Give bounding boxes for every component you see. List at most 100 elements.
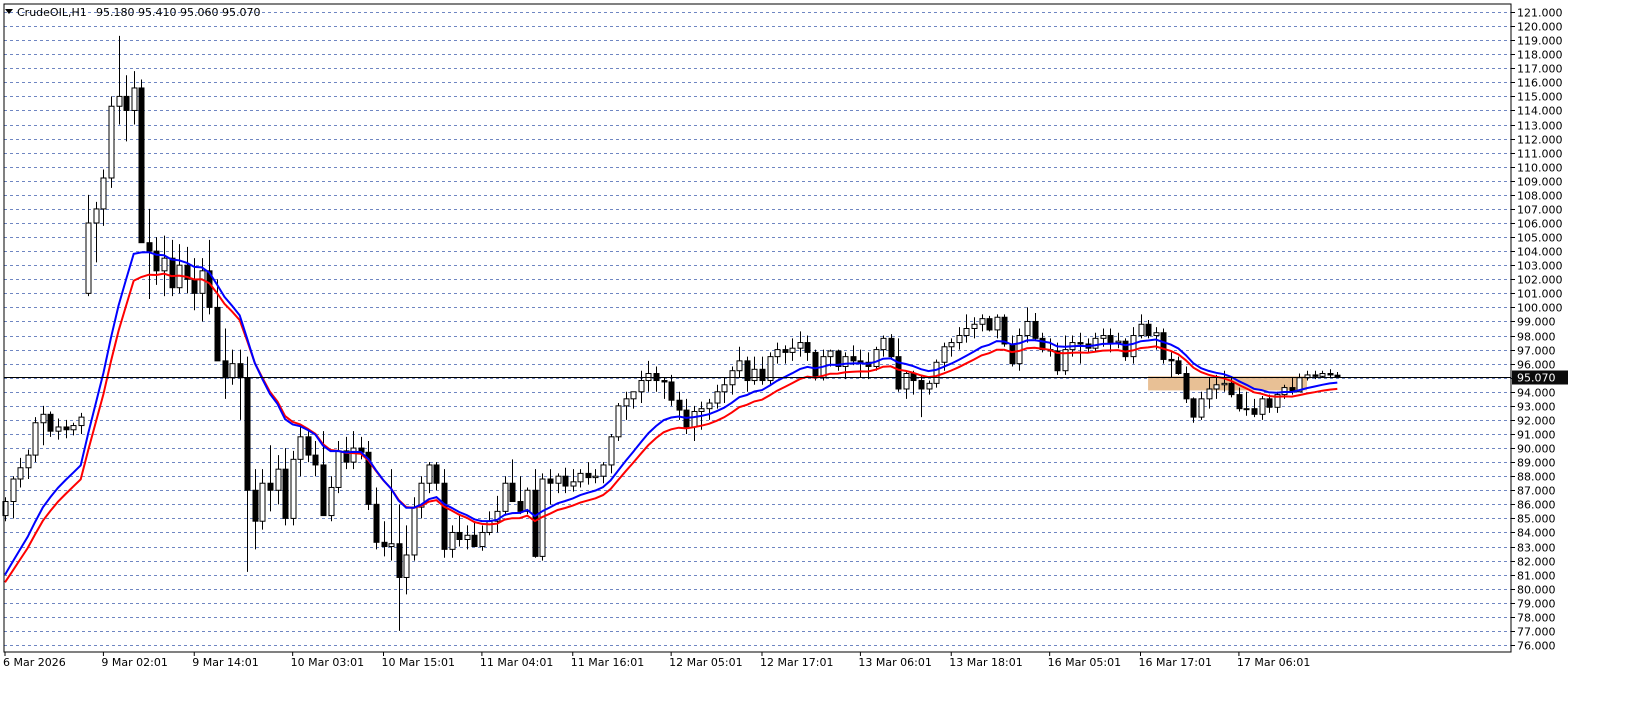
- y-tick-label: 80.000: [1517, 584, 1556, 597]
- candle-body: [532, 489, 539, 557]
- candle-body: [585, 472, 592, 479]
- y-tick-label: 81.000: [1517, 570, 1556, 583]
- candle-body: [941, 346, 948, 363]
- candle-body: [1319, 373, 1326, 377]
- candle-body: [577, 472, 584, 483]
- candle-body: [290, 458, 297, 519]
- y-tick-label: 109.000: [1517, 176, 1563, 189]
- y-tick-label: 82.000: [1517, 556, 1556, 569]
- y-tick-label: 120.000: [1517, 21, 1563, 34]
- candle-body: [1228, 382, 1235, 396]
- moving-average-blue-line: [4, 251, 1338, 576]
- y-tick-label: 98.000: [1517, 331, 1556, 344]
- x-tick-label: 16 Mar 17:01: [1139, 656, 1212, 669]
- candle-body: [1024, 320, 1031, 337]
- candle-body: [857, 360, 864, 363]
- candle-body: [297, 436, 304, 460]
- chart-ohlc-label: 95.180 95.410 95.060 95.070: [96, 6, 260, 19]
- candle-body: [100, 177, 107, 210]
- candle-body: [1145, 323, 1152, 337]
- candle-body: [85, 222, 92, 294]
- y-tick-label: 96.000: [1517, 359, 1556, 372]
- candle-body: [926, 382, 933, 390]
- candle-body: [1001, 316, 1008, 345]
- candle-body: [1168, 358, 1175, 362]
- candle-body: [979, 318, 986, 325]
- plot-frame: [3, 3, 1512, 653]
- candle-body: [502, 482, 509, 512]
- candle-body: [767, 356, 774, 382]
- candle-body: [903, 373, 910, 390]
- candle-body: [888, 337, 895, 358]
- candle-body: [252, 489, 259, 522]
- x-tick-label: 9 Mar 02:01: [101, 656, 167, 669]
- candle-body: [131, 87, 138, 111]
- candle-body: [1115, 340, 1122, 344]
- candle-body: [275, 468, 282, 491]
- candle-body: [479, 531, 486, 548]
- candle-body: [1198, 398, 1205, 418]
- dropdown-arrow-icon[interactable]: [5, 9, 13, 14]
- moving-average-red-line: [4, 272, 1338, 583]
- candle-body: [1100, 335, 1107, 339]
- candle-body: [698, 408, 705, 412]
- chart-area[interactable]: 121.000 120.000 119.000 118.000 117.000 116.0…: [0, 0, 1641, 703]
- candle-body: [381, 541, 388, 548]
- candle-body: [608, 436, 615, 466]
- x-tick-label: 17 Mar 06:01: [1237, 656, 1310, 669]
- candle-body: [244, 377, 251, 491]
- candle-body: [1206, 388, 1213, 400]
- candle-body: [116, 95, 123, 107]
- candle-body: [199, 270, 206, 294]
- candle-body: [411, 506, 418, 556]
- y-tick-label: 94.000: [1517, 387, 1556, 400]
- candle-body: [736, 360, 743, 372]
- candle-body: [388, 543, 395, 548]
- candle-body: [774, 349, 781, 358]
- candle-body: [305, 436, 312, 456]
- candle-body: [751, 368, 758, 382]
- candle-body: [403, 554, 410, 578]
- candle-body: [222, 360, 229, 379]
- candlestick-chart[interactable]: 121.000120.000119.000118.000117.000116.0…: [0, 0, 1641, 703]
- candle-body: [562, 475, 569, 487]
- candle-body: [1221, 382, 1228, 386]
- y-tick-label: 89.000: [1517, 457, 1556, 470]
- candle-body: [1009, 343, 1016, 365]
- candle-body: [93, 208, 100, 224]
- candle-body: [63, 426, 70, 431]
- candle-body: [789, 347, 796, 353]
- candle-body: [1190, 398, 1197, 418]
- y-tick-label: 118.000: [1517, 49, 1563, 62]
- candle-body: [1266, 398, 1273, 408]
- y-tick-label: 99.000: [1517, 316, 1556, 329]
- candle-body: [373, 503, 380, 543]
- y-tick-label: 97.000: [1517, 345, 1556, 358]
- x-tick-label: 13 Mar 06:01: [858, 656, 931, 669]
- candle-body: [17, 467, 24, 480]
- candle-body: [138, 87, 145, 244]
- candle-body: [312, 454, 319, 466]
- x-tick-label: 10 Mar 03:01: [291, 656, 364, 669]
- candle-body: [691, 410, 698, 428]
- candle-body: [237, 363, 244, 379]
- y-tick-label: 119.000: [1517, 35, 1563, 48]
- y-tick-label: 114.000: [1517, 105, 1563, 118]
- candle-body: [1122, 340, 1129, 358]
- candle-body: [25, 454, 32, 469]
- y-tick-label: 111.000: [1517, 148, 1563, 161]
- candle-body: [78, 416, 85, 427]
- candle-body: [456, 531, 463, 541]
- candle-body: [1138, 323, 1145, 337]
- candle-body: [630, 391, 637, 400]
- candle-body: [1175, 360, 1182, 375]
- candle-body: [328, 486, 335, 517]
- candle-body: [486, 520, 493, 533]
- candle-body: [464, 534, 471, 541]
- candle-body: [615, 405, 622, 438]
- candle-body: [1259, 398, 1266, 415]
- y-tick-label: 101.000: [1517, 288, 1563, 301]
- candle-body: [1153, 332, 1160, 337]
- x-tick-label: 16 Mar 05:01: [1048, 656, 1121, 669]
- candle-body: [592, 475, 599, 479]
